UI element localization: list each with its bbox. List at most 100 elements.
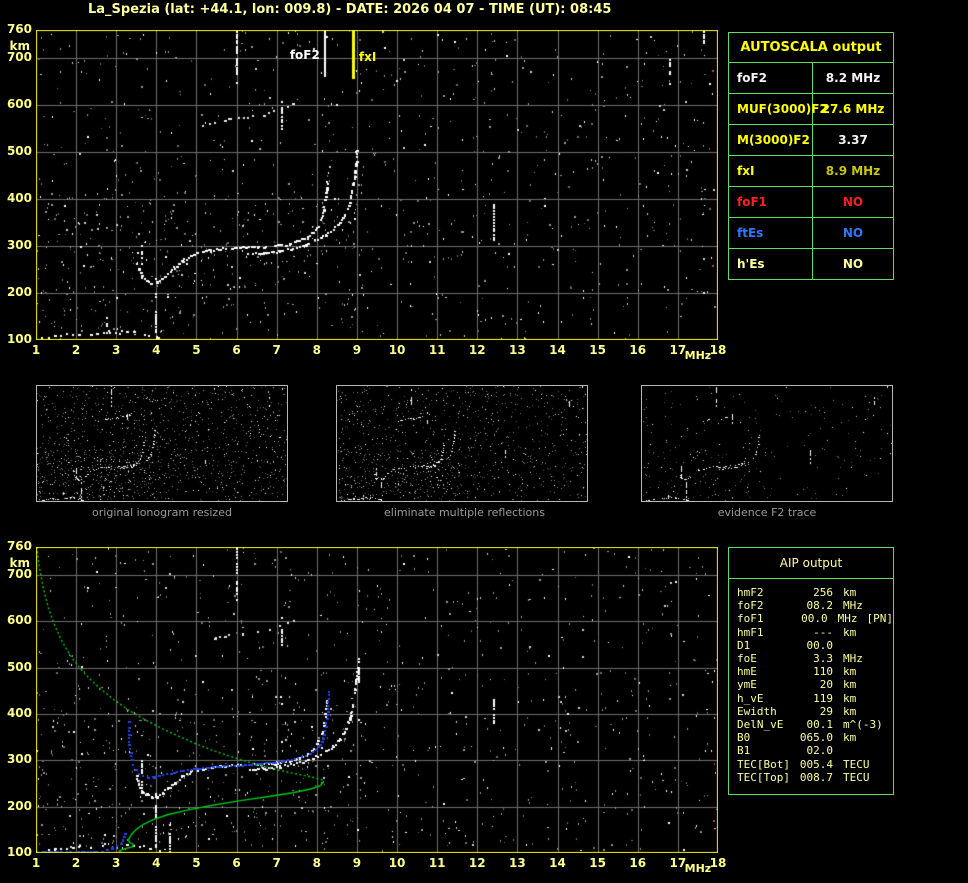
aip-row-h-vE: h_vE119km xyxy=(737,692,893,705)
aip-row-hmF2: hmF2256km xyxy=(737,586,893,599)
x-tick-label: 13 xyxy=(505,857,529,870)
x-tick-label: 2 xyxy=(64,857,88,870)
aip-row-unit: MHz xyxy=(843,652,863,665)
x-tick-label: 4 xyxy=(144,344,168,357)
aip-row-unit: MHz xyxy=(843,599,863,612)
aip-row-unit: km xyxy=(843,626,856,639)
autoscala-table-header: AUTOSCALA output xyxy=(729,33,893,63)
aip-row-unit: km xyxy=(843,678,856,691)
x-tick-label: 5 xyxy=(184,344,208,357)
aip-row-DelN-vE: DelN_vE00.1m^(-3) xyxy=(737,718,893,731)
x-tick-label: 13 xyxy=(505,344,529,357)
y-tick-label: 760 xyxy=(2,23,32,36)
autoscala-row-value: 27.6 MHz xyxy=(813,94,893,124)
thumbnail-eliminate-canvas xyxy=(337,386,587,501)
x-tick-label: 14 xyxy=(546,857,570,870)
x-tick-label: 3 xyxy=(104,344,128,357)
x-tick-label: 6 xyxy=(225,344,249,357)
autoscala-row-value: NO xyxy=(813,218,893,248)
aip-row-label: hmE xyxy=(737,665,795,678)
x-tick-label: 12 xyxy=(465,857,489,870)
aip-row-label: foF2 xyxy=(737,599,795,612)
autoscala-row-label: foF1 xyxy=(729,187,813,217)
aip-row-ymE: ymE20km xyxy=(737,678,893,691)
aip-row-value: --- xyxy=(795,626,833,639)
aip-row-hmE: hmE110 km xyxy=(737,665,893,678)
autoscala-row-value: NO xyxy=(813,187,893,217)
autoscala-row-value: 8.9 MHz xyxy=(813,156,893,186)
aip-row-foF1: foF100.0MHz[PN] xyxy=(737,612,893,625)
aip-row-unit: km xyxy=(843,665,856,678)
x-tick-label: 15 xyxy=(586,857,610,870)
aip-row-foE: foE3.3MHz xyxy=(737,652,893,665)
thumbnail-caption-eliminate: eliminate multiple reflections xyxy=(336,506,593,519)
aip-row-Ewidth: Ewidth29 km xyxy=(737,705,893,718)
aip-row-foF2: foF208.2MHz xyxy=(737,599,893,612)
aip-row-hmF1: hmF1--- km xyxy=(737,626,893,639)
y-tick-label: 700 xyxy=(2,51,32,64)
y-tick-label: 760 xyxy=(2,540,32,553)
autoscala-row-label: foF2 xyxy=(729,63,813,93)
bottom-ionogram-canvas xyxy=(36,547,718,853)
aip-row-label: h_vE xyxy=(737,692,795,705)
aip-row-label: hmF1 xyxy=(737,626,795,639)
autoscala-row-label: ftEs xyxy=(729,218,813,248)
fof2-annotation-label: foF2 xyxy=(285,48,320,62)
aip-row-unit: km xyxy=(843,705,856,718)
x-tick-label: 9 xyxy=(345,344,369,357)
y-tick-label: 300 xyxy=(2,239,32,252)
x-tick-label: 9 xyxy=(345,857,369,870)
autoscala-row-value: NO xyxy=(813,249,893,279)
aip-row-label: Ewidth xyxy=(737,705,795,718)
autoscala-row-M3000F2: M(3000)F23.37 xyxy=(729,125,893,156)
autoscala-row-foF1: foF1NO xyxy=(729,187,893,218)
x-tick-label: 11 xyxy=(425,857,449,870)
aip-row-value: 256 xyxy=(795,586,833,599)
aip-row-value: 065.0 xyxy=(795,731,833,744)
x-tick-label: 8 xyxy=(305,857,329,870)
aip-row-unit: km xyxy=(843,731,856,744)
y-tick-label: 500 xyxy=(2,661,32,674)
aip-row-unit: m^(-3) xyxy=(843,718,883,731)
x-tick-label: 6 xyxy=(225,857,249,870)
aip-row-label: ymE xyxy=(737,678,795,691)
y-axis-unit-label: km xyxy=(2,557,30,570)
y-tick-label: 200 xyxy=(2,286,32,299)
x-tick-label: 16 xyxy=(626,344,650,357)
bottom-ionogram-plot xyxy=(36,547,718,853)
x-tick-label: 12 xyxy=(465,344,489,357)
aip-output-table: AIP output hmF2256kmfoF208.2MHzfoF100.0M… xyxy=(728,547,894,795)
x-tick-label: 11 xyxy=(425,344,449,357)
y-tick-label: 600 xyxy=(2,614,32,627)
aip-row-value: 00.1 xyxy=(795,718,833,731)
autoscala-row-foF2: foF28.2 MHz xyxy=(729,63,893,94)
autoscala-row-value: 8.2 MHz xyxy=(813,63,893,93)
x-tick-label: 1 xyxy=(24,857,48,870)
aip-row-label: foE xyxy=(737,652,795,665)
aip-row-value: 00.0 xyxy=(795,639,833,652)
y-tick-label: 600 xyxy=(2,98,32,111)
x-tick-label: 8 xyxy=(305,344,329,357)
aip-row-value: 110 xyxy=(795,665,833,678)
x-axis-unit-label: MHz xyxy=(682,349,714,362)
aip-row-TEC-Bot-: TEC[Bot]005.4TECU xyxy=(737,758,893,771)
aip-row-value: 02.0 xyxy=(795,744,833,757)
thumbnail-evidence-canvas xyxy=(642,386,892,501)
x-tick-label: 7 xyxy=(265,857,289,870)
aip-row-label: TEC[Bot] xyxy=(737,758,795,771)
y-tick-label: 200 xyxy=(2,800,32,813)
x-tick-label: 3 xyxy=(104,857,128,870)
top-ionogram-plot: foF2 fxI xyxy=(36,30,718,340)
aip-row-unit: TECU xyxy=(843,771,870,784)
x-tick-label: 1 xyxy=(24,344,48,357)
aip-row-D1: D100.0 xyxy=(737,639,893,652)
autoscala-row-MUF3000F2: MUF(3000)F227.6 MHz xyxy=(729,94,893,125)
aip-row-label: foF1 xyxy=(737,612,792,625)
thumbnail-caption-original: original ionogram resized xyxy=(36,506,288,519)
aip-row-value: 29 xyxy=(795,705,833,718)
x-tick-label: 14 xyxy=(546,344,570,357)
aip-row-TEC-Top-: TEC[Top]008.7TECU xyxy=(737,771,893,784)
x-tick-label: 5 xyxy=(184,857,208,870)
x-tick-label: 15 xyxy=(586,344,610,357)
x-tick-label: 7 xyxy=(265,344,289,357)
